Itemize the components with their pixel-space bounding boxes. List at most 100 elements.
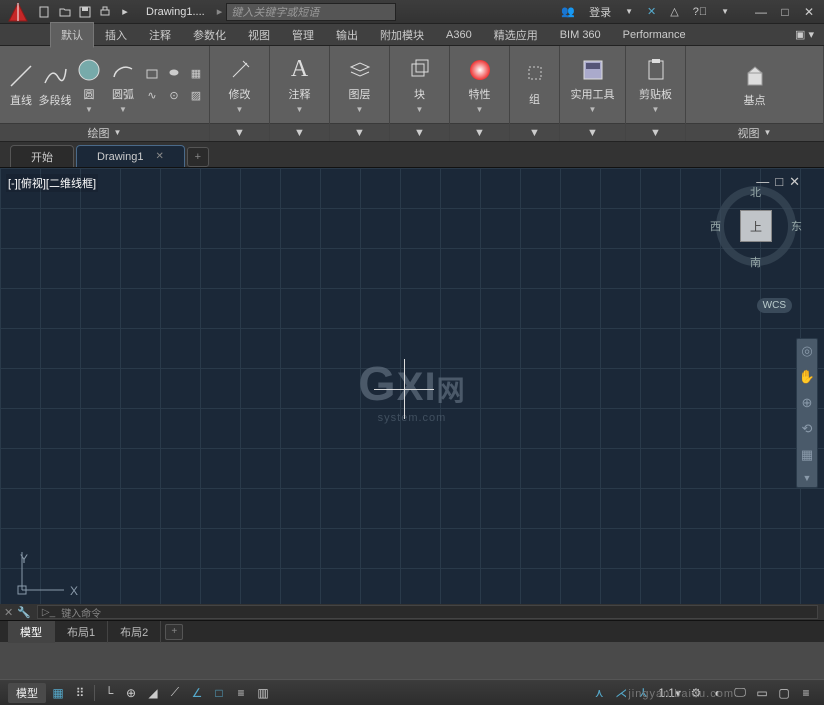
panel-group-drop[interactable]: ▼ xyxy=(510,123,559,141)
tab-drawing1[interactable]: Drawing1✕ xyxy=(76,145,185,167)
nav-showmotion-icon[interactable]: ▦ xyxy=(801,447,813,463)
nav-fullnav-icon[interactable]: ◎ xyxy=(801,343,812,359)
cmd-config-icon[interactable]: 🔧 xyxy=(17,606,31,619)
menu-bim360[interactable]: BIM 360 xyxy=(549,24,612,46)
panel-modify-drop[interactable]: ▼ xyxy=(210,123,269,141)
qat-more-icon[interactable]: ▸ xyxy=(116,3,134,21)
menu-a360[interactable]: A360 xyxy=(435,24,483,46)
minimize-button[interactable]: — xyxy=(750,3,772,21)
line-button[interactable]: 直线 xyxy=(6,60,36,110)
close-button[interactable]: ✕ xyxy=(798,3,820,21)
qat-new-icon[interactable] xyxy=(36,3,54,21)
menu-view[interactable]: 视图 xyxy=(237,22,281,48)
viewcube-east[interactable]: 东 xyxy=(791,218,802,234)
rect-icon[interactable] xyxy=(142,64,162,84)
app-logo[interactable] xyxy=(4,1,32,23)
basepoint-button[interactable]: 基点 xyxy=(737,60,773,110)
panel-props-drop[interactable]: ▼ xyxy=(450,123,509,141)
qat-open-icon[interactable] xyxy=(56,3,74,21)
panel-annot-drop[interactable]: ▼ xyxy=(270,123,329,141)
menu-insert[interactable]: 插入 xyxy=(94,22,138,48)
status-clean-icon[interactable]: ▢ xyxy=(774,683,794,703)
panel-clip-drop[interactable]: ▼ xyxy=(626,123,685,141)
menu-manage[interactable]: 管理 xyxy=(281,22,325,48)
status-max-icon[interactable]: ▭ xyxy=(752,683,772,703)
ribbon-collapse-icon[interactable]: ▣ ▾ xyxy=(795,28,814,41)
status-otrack-icon[interactable]: ∠ xyxy=(187,683,207,703)
menu-featured[interactable]: 精选应用 xyxy=(483,22,549,48)
qat-save-icon[interactable] xyxy=(76,3,94,21)
clipboard-button[interactable]: 剪贴板▼ xyxy=(635,54,676,116)
layer-button[interactable]: 图层▼ xyxy=(342,54,378,116)
signin-icon[interactable]: 👥 xyxy=(558,5,578,18)
signin-label[interactable]: 登录 xyxy=(586,4,614,20)
viewcube-south[interactable]: 南 xyxy=(750,254,761,270)
status-scale-button[interactable]: 1:1▾ xyxy=(655,683,684,703)
status-sc-icon[interactable]: ⋌ xyxy=(611,683,631,703)
layout-2[interactable]: 布局2 xyxy=(108,621,161,643)
status-ws-icon[interactable]: ◐ xyxy=(708,683,728,703)
panel-layer-drop[interactable]: ▼ xyxy=(330,123,389,141)
wcs-badge[interactable]: WCS xyxy=(757,298,792,313)
arc-button[interactable]: 圆弧▼ xyxy=(108,54,138,116)
status-gear-icon[interactable]: ⚙ xyxy=(686,683,706,703)
status-snap-icon[interactable]: ⠿ xyxy=(70,683,90,703)
properties-button[interactable]: 特性▼ xyxy=(462,54,498,116)
panel-draw-title[interactable]: 绘图▼ xyxy=(0,123,209,141)
exchange-icon[interactable]: ✕ xyxy=(644,5,659,18)
status-polar-icon[interactable]: ⊕ xyxy=(121,683,141,703)
search-input[interactable]: 键入关键字或短语 xyxy=(226,3,396,21)
drawing-canvas[interactable]: [-][俯视][二维线框] — □ ✕ GGXI网XI网 system.com … xyxy=(0,168,824,620)
maximize-button[interactable]: □ xyxy=(774,3,796,21)
viewport-label[interactable]: [-][俯视][二维线框] xyxy=(6,174,98,192)
status-ortho-icon[interactable]: └ xyxy=(99,683,119,703)
panel-block-drop[interactable]: ▼ xyxy=(390,123,449,141)
nav-drop-icon[interactable]: ▼ xyxy=(803,473,812,483)
status-monitor-icon[interactable]: 🖵 xyxy=(730,683,750,703)
polyline-button[interactable]: 多段线 xyxy=(40,60,70,110)
viewcube-face[interactable]: 上 xyxy=(740,210,772,242)
layout-model[interactable]: 模型 xyxy=(8,621,55,643)
circle-button[interactable]: 圆▼ xyxy=(74,54,104,116)
menu-annotate[interactable]: 注释 xyxy=(138,22,182,48)
status-ann-icon[interactable]: ⅄ xyxy=(633,683,653,703)
point-icon[interactable]: ⊙ xyxy=(164,86,184,106)
app-store-icon[interactable]: △ xyxy=(667,5,681,18)
menu-addins[interactable]: 附加模块 xyxy=(369,22,435,48)
tab-start[interactable]: 开始 xyxy=(10,145,74,167)
help-drop-icon[interactable]: ▼ xyxy=(718,7,732,16)
region-icon[interactable]: ▨ xyxy=(186,86,206,106)
ellipse-icon[interactable]: ⬬ xyxy=(164,64,184,84)
viewcube-north[interactable]: 北 xyxy=(750,184,761,200)
signin-drop-icon[interactable]: ▼ xyxy=(622,7,636,16)
status-lweight-icon[interactable]: ≡ xyxy=(231,683,251,703)
status-trans-icon[interactable]: ▥ xyxy=(253,683,273,703)
status-custom-icon[interactable]: ≡ xyxy=(796,683,816,703)
panel-view-title[interactable]: 视图▼ xyxy=(686,123,823,141)
qat-print-icon[interactable] xyxy=(96,3,114,21)
menu-parametric[interactable]: 参数化 xyxy=(182,22,237,48)
status-iso-icon[interactable]: ◢ xyxy=(143,683,163,703)
viewcube[interactable]: 上 北 南 西 东 xyxy=(716,186,796,266)
tab-close-icon[interactable]: ✕ xyxy=(155,151,163,162)
menu-default[interactable]: 默认 xyxy=(50,22,94,48)
layout-add-button[interactable]: + xyxy=(165,624,183,640)
utilities-button[interactable]: 实用工具▼ xyxy=(567,54,619,116)
navigation-bar[interactable]: ◎ ✋ ⊕ ⟲ ▦ ▼ xyxy=(796,338,818,488)
viewcube-west[interactable]: 西 xyxy=(710,218,721,234)
status-osnap-icon[interactable]: ⟋ xyxy=(165,683,185,703)
group-icon[interactable] xyxy=(525,63,545,83)
status-qp-icon[interactable]: ⋏ xyxy=(589,683,609,703)
tab-add-button[interactable]: + xyxy=(187,147,209,167)
status-model-button[interactable]: 模型 xyxy=(8,683,46,703)
menu-output[interactable]: 输出 xyxy=(325,22,369,48)
status-2d-icon[interactable]: □ xyxy=(209,683,229,703)
nav-zoom-icon[interactable]: ⊕ xyxy=(802,395,813,411)
panel-util-drop[interactable]: ▼ xyxy=(560,123,625,141)
cmd-close-icon[interactable]: ✕ xyxy=(0,606,17,619)
status-grid-icon[interactable]: ▦ xyxy=(48,683,68,703)
help-icon[interactable]: ?⃝ xyxy=(690,6,710,18)
block-button[interactable]: 块▼ xyxy=(402,54,438,116)
command-input[interactable]: ▷_键入命令 xyxy=(37,605,818,619)
hatch-icon[interactable]: ▦ xyxy=(186,64,206,84)
